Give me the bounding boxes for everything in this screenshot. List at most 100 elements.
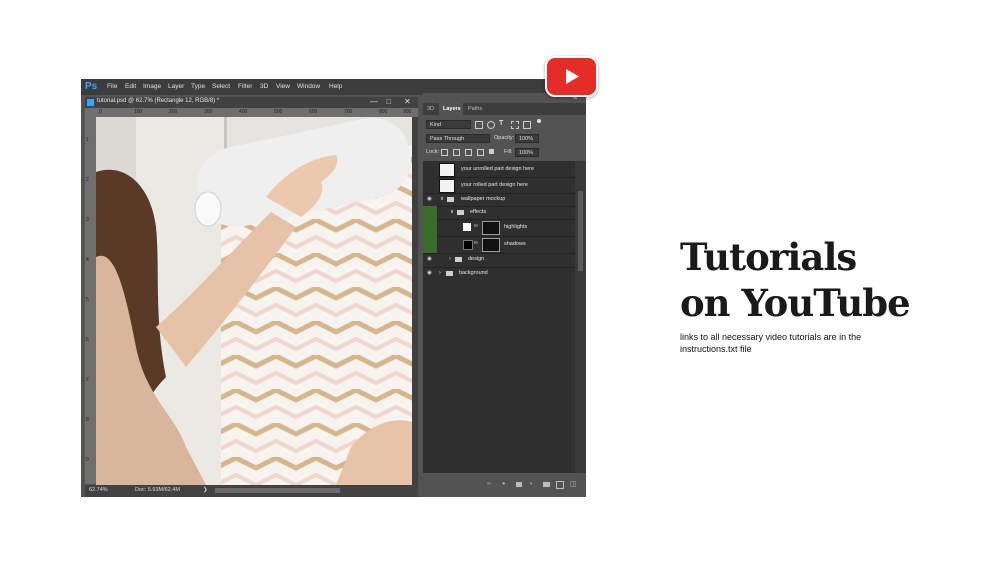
new-group-icon[interactable] — [543, 482, 550, 487]
visibility-toggle[interactable] — [423, 219, 437, 236]
fill-label: Fill: — [504, 149, 513, 155]
visibility-toggle[interactable] — [423, 177, 437, 193]
scroll-thumb[interactable] — [578, 191, 583, 271]
mask-icon[interactable] — [516, 482, 522, 487]
layers-scrollbar[interactable] — [575, 161, 586, 473]
folder-icon — [457, 210, 464, 215]
type-filter-icon[interactable]: T — [499, 120, 503, 127]
pixel-filter-icon[interactable] — [475, 121, 483, 129]
link-layers-icon[interactable]: ∞ — [487, 481, 491, 487]
chevron-down-icon[interactable]: ∨ — [440, 196, 444, 202]
ruler-tick: 900 — [403, 109, 412, 115]
menu-select[interactable]: Select — [212, 83, 230, 90]
layer-thumbnail — [439, 179, 455, 193]
photoshop-window: Ps File Edit Image Layer Type Select Fil… — [81, 79, 586, 497]
adjustment-layer-icon[interactable]: ◑ — [529, 481, 532, 487]
blend-mode-select[interactable]: Pass Through — [426, 134, 490, 143]
lock-artboard-icon[interactable] — [477, 149, 484, 156]
layer-mask-thumbnail — [482, 221, 500, 235]
menu-view[interactable]: View — [276, 83, 290, 90]
opacity-value: 100% — [519, 136, 534, 142]
tab-3d[interactable]: 3D — [427, 106, 434, 112]
ruler-tick: 3 — [86, 217, 89, 223]
horizontal-scrollbar[interactable] — [215, 488, 340, 493]
fill-input[interactable]: 100% — [515, 148, 539, 157]
wallpaper-mockup-image — [96, 117, 412, 485]
eye-icon[interactable]: ◉ — [427, 270, 432, 276]
menu-edit[interactable]: Edit — [125, 83, 136, 90]
tab-layers[interactable]: Layers — [443, 106, 461, 112]
layers-panel: 3D Layers Paths ≡ Kind T Pass Through Op… — [423, 93, 586, 497]
menu-filter[interactable]: Filter — [238, 83, 252, 90]
document-title: tutorial.psd @ 62.7% (Rectangle 12, RGB/… — [97, 98, 220, 104]
minimize-button[interactable]: — — [370, 97, 378, 106]
filter-toggle-icon[interactable] — [537, 119, 541, 123]
menu-type[interactable]: Type — [191, 83, 205, 90]
ruler-tick: 500 — [274, 109, 283, 115]
menu-help[interactable]: Help — [329, 83, 342, 90]
lock-all-icon[interactable] — [489, 149, 494, 154]
trash-icon[interactable]: ◫ — [570, 480, 577, 488]
ruler-tick: 1 — [86, 137, 89, 143]
layer-row[interactable]: ∞ shadows — [423, 236, 575, 254]
kind-filter-select[interactable]: Kind — [426, 120, 471, 129]
menu-window[interactable]: Window — [297, 83, 320, 90]
document-canvas[interactable] — [96, 117, 412, 485]
eye-icon[interactable]: ◉ — [427, 196, 432, 202]
layer-thumbnail — [439, 163, 455, 177]
layer-name: your unrolled part design here — [461, 166, 535, 172]
tab-paths[interactable]: Paths — [468, 106, 482, 112]
ruler-tick: 9 — [86, 457, 89, 463]
close-button[interactable]: ✕ — [404, 97, 411, 106]
folder-icon — [447, 197, 454, 202]
menu-layer[interactable]: Layer — [168, 83, 184, 90]
zoom-level[interactable]: 62.74% — [89, 487, 108, 493]
adjustment-thumbnail — [463, 223, 471, 231]
visibility-toggle[interactable] — [423, 161, 437, 177]
youtube-logo[interactable] — [545, 56, 598, 97]
layer-row[interactable]: your rolled part design here — [423, 177, 575, 194]
ruler-tick: 700 — [344, 109, 353, 115]
layer-row[interactable]: ◉ ∨ wallpaper mockup — [423, 193, 575, 207]
menu-image[interactable]: Image — [143, 83, 161, 90]
layer-name: your rolled part design here — [461, 182, 528, 188]
lock-label: Lock: — [426, 149, 440, 155]
layer-row[interactable]: your unrolled part design here — [423, 161, 575, 178]
adjustment-filter-icon[interactable] — [487, 121, 495, 129]
chevron-right-icon[interactable]: › — [439, 270, 441, 276]
layer-mask-thumbnail — [482, 238, 500, 252]
smart-object-filter-icon[interactable] — [523, 121, 531, 129]
new-layer-icon[interactable] — [556, 481, 564, 489]
canvas-vertical-scrollbar[interactable] — [412, 117, 418, 485]
chevron-right-icon[interactable]: › — [449, 256, 451, 262]
lock-transparent-icon[interactable] — [441, 149, 448, 156]
maximize-button[interactable]: □ — [386, 97, 391, 106]
layer-name: background — [459, 270, 488, 276]
blend-mode-value: Pass Through — [430, 136, 465, 142]
opacity-input[interactable]: 100% — [515, 134, 539, 143]
ruler-tick: 2 — [86, 177, 89, 183]
menu-file[interactable]: File — [107, 83, 117, 90]
eye-icon[interactable]: ◉ — [427, 256, 432, 262]
chevron-down-icon[interactable]: ∨ — [450, 209, 454, 215]
link-icon: ∞ — [474, 223, 478, 229]
youtube-play-icon — [566, 69, 579, 84]
lock-position-icon[interactable] — [465, 149, 472, 156]
layer-row[interactable]: ◉ › design — [423, 253, 575, 268]
shape-filter-icon[interactable] — [511, 121, 519, 129]
layer-name: shadows — [504, 241, 526, 247]
ruler-tick: 400 — [239, 109, 248, 115]
document-tab[interactable]: tutorial.psd @ 62.7% (Rectangle 12, RGB/… — [85, 97, 418, 108]
layer-row[interactable]: ∨ effects — [423, 206, 575, 220]
fx-icon[interactable]: ● — [502, 481, 505, 487]
layers-panel-footer: ∞ ● ◑ ◫ — [423, 473, 586, 497]
layer-row[interactable]: ∞ highlights — [423, 219, 575, 237]
folder-icon — [455, 257, 462, 262]
visibility-toggle[interactable] — [423, 236, 437, 253]
lock-image-icon[interactable] — [453, 149, 460, 156]
status-menu-arrow[interactable]: ❯ — [203, 487, 208, 493]
layer-row[interactable]: ◉ › background — [423, 267, 575, 281]
visibility-toggle[interactable] — [423, 206, 437, 219]
menu-3d[interactable]: 3D — [260, 83, 268, 90]
ruler-tick: 100 — [134, 109, 143, 115]
